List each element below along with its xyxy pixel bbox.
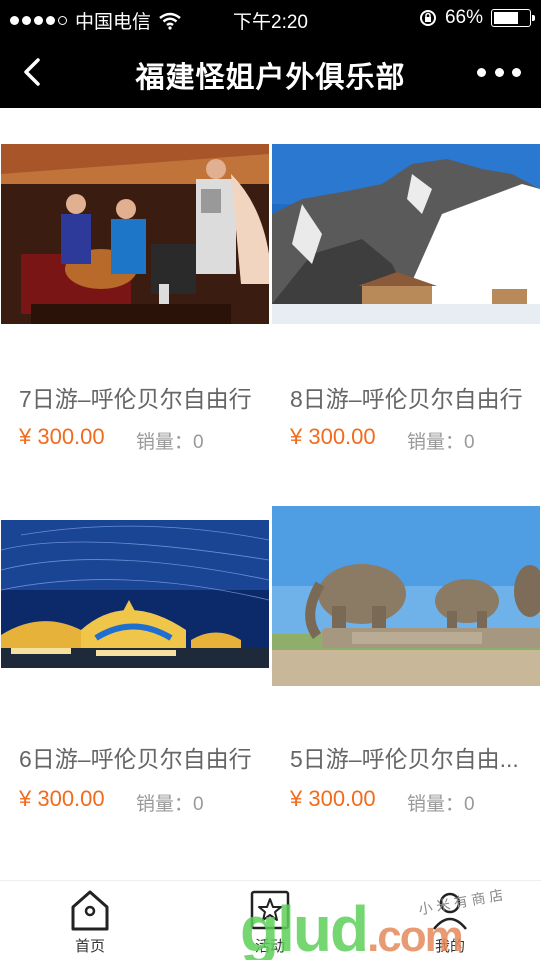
product-sales: 销量：0 (407, 794, 475, 815)
rotation-lock-icon (419, 10, 436, 26)
product-name[interactable]: 7日游–呼伦贝尔自由行 (19, 380, 267, 414)
product-image-elephant-statues[interactable] (272, 506, 540, 686)
page-title: 福建怪姐户外俱乐部 (135, 62, 406, 94)
product-image-snowy-rocks[interactable] (272, 144, 540, 324)
more-menu-icon[interactable] (477, 58, 521, 86)
product-sales: 销量：0 (136, 794, 204, 815)
product-price: ¥ 300.00 (19, 424, 105, 449)
status-bar: 中国电信 下午2:20 66% (0, 0, 541, 36)
tab-home-label: 首页 (74, 938, 105, 955)
product-name[interactable]: 5日游–呼伦贝尔自由... (290, 740, 538, 774)
product-sales: 销量：0 (407, 432, 475, 453)
status-right: 66% (419, 7, 535, 29)
back-icon[interactable] (16, 54, 52, 90)
battery-percent: 66% (444, 7, 483, 28)
product-price: ¥ 300.00 (290, 786, 376, 811)
product-image-yurt-banquet[interactable] (1, 144, 269, 324)
nav-bar: 福建怪姐户外俱乐部 (0, 36, 541, 108)
battery-icon (491, 9, 535, 27)
product-price: ¥ 300.00 (19, 786, 105, 811)
product-sales: 销量：0 (136, 432, 204, 453)
product-price: ¥ 300.00 (290, 424, 376, 449)
product-image-night-yurts[interactable] (1, 520, 269, 668)
product-name[interactable]: 6日游–呼伦贝尔自由行 (19, 740, 267, 774)
product-name[interactable]: 8日游–呼伦贝尔自由行 (290, 380, 538, 414)
home-icon (71, 890, 109, 931)
tab-home[interactable]: 首页 (30, 887, 150, 956)
